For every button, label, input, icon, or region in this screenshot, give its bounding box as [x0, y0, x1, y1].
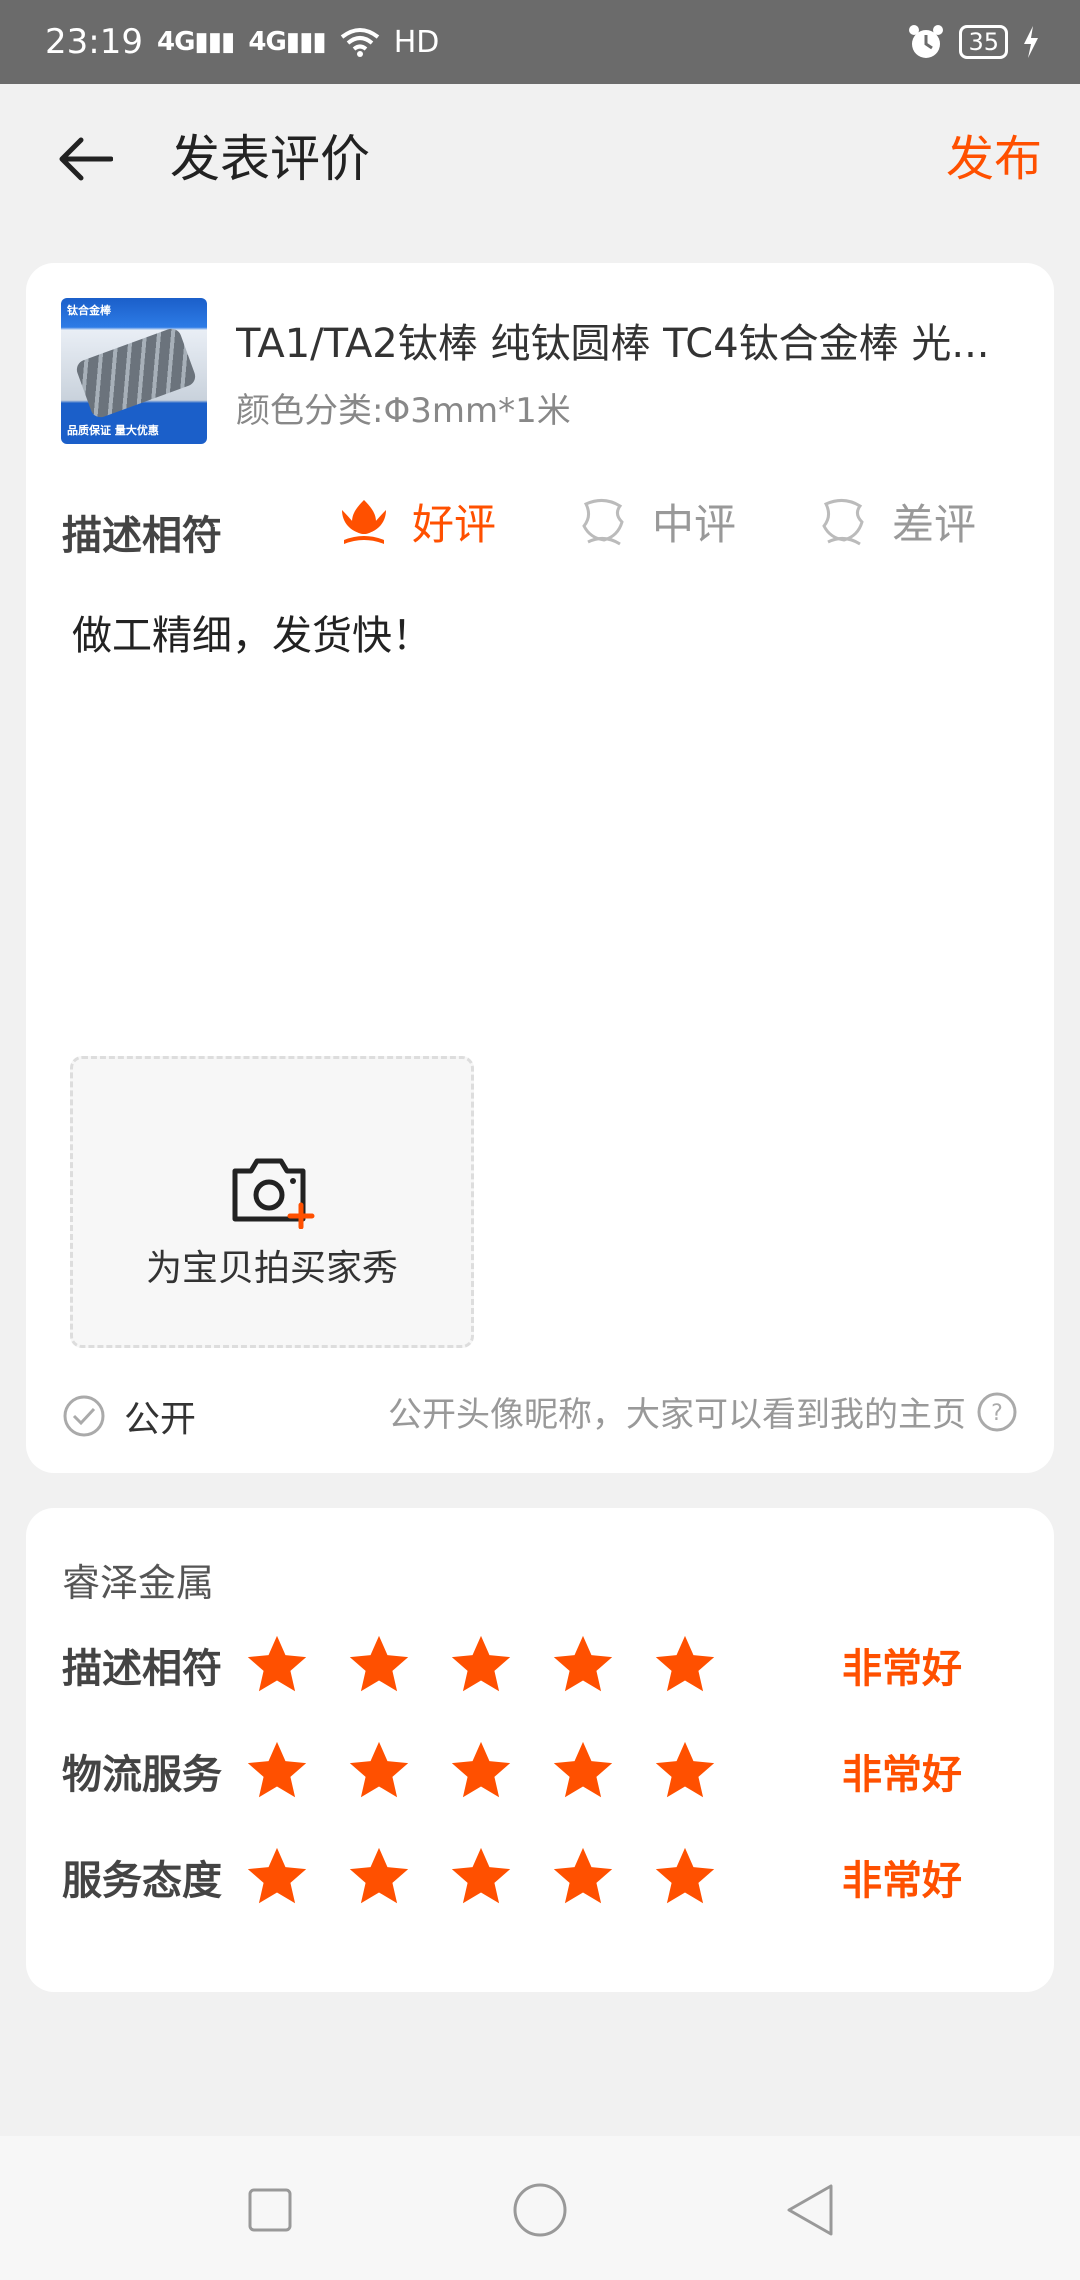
system-nav-bar — [0, 2136, 1080, 2280]
star-icon[interactable] — [344, 1630, 414, 1700]
publish-button[interactable]: 发布 — [946, 124, 1042, 194]
star-icon[interactable] — [650, 1736, 720, 1806]
charging-icon — [1024, 26, 1038, 58]
triangle-back-icon — [787, 2184, 833, 2236]
battery-level: 35 — [968, 28, 999, 56]
star-icon[interactable] — [344, 1842, 414, 1912]
status-left: 23:19 4G▮▮▮ 4G▮▮▮ HD — [45, 22, 439, 62]
star-icon[interactable] — [650, 1842, 720, 1912]
shop-rating-card: 睿泽金属 描述相符 非常好 物流服务 非常好 服务态度 非常好 — [26, 1508, 1054, 1992]
public-checkbox[interactable]: 公开 — [62, 1390, 196, 1442]
star-rating[interactable] — [242, 1630, 720, 1700]
score-row-logistics: 物流服务 非常好 — [62, 1736, 1022, 1806]
arrow-left-icon — [59, 137, 113, 181]
neutral-face-icon — [582, 498, 624, 545]
star-icon[interactable] — [446, 1842, 516, 1912]
hd-label: HD — [393, 24, 440, 60]
star-icon[interactable] — [548, 1842, 618, 1912]
rating-option-mid[interactable]: 中评 — [574, 491, 736, 552]
status-bar: 23:19 4G▮▮▮ 4G▮▮▮ HD 35 — [0, 0, 1080, 84]
add-photo-label: 为宝贝拍买家秀 — [145, 1248, 398, 1289]
rating-option-good[interactable]: 好评 — [334, 491, 496, 552]
shop-name: 睿泽金属 — [62, 1561, 215, 1605]
back-nav-button[interactable] — [780, 2180, 840, 2240]
product-image-text-bottom: 品质保证 量大优惠 — [67, 424, 159, 437]
star-icon[interactable] — [242, 1842, 312, 1912]
square-icon — [248, 2188, 292, 2232]
battery-icon: 35 — [959, 25, 1008, 59]
product-image-bars — [74, 325, 198, 421]
star-icon[interactable] — [650, 1630, 720, 1700]
signal-label: 4G — [156, 27, 195, 57]
product-spec: 颜色分类:Φ3mm*1米 — [236, 391, 571, 431]
add-photo-button[interactable]: 为宝贝拍买家秀 — [70, 1056, 474, 1348]
signal-icon: 4G▮▮▮ — [248, 27, 326, 57]
recent-apps-button[interactable] — [240, 2180, 300, 2240]
svg-text:?: ? — [991, 1401, 1003, 1426]
star-icon[interactable] — [548, 1736, 618, 1806]
header: 发表评价 发布 — [0, 84, 1080, 230]
star-icon[interactable] — [446, 1736, 516, 1806]
help-icon[interactable]: ? — [976, 1391, 1018, 1433]
score-label: 描述相符 — [62, 1646, 222, 1692]
score-row-description: 描述相符 非常好 — [62, 1630, 1022, 1700]
flower-icon — [342, 499, 386, 544]
product-title: TA1/TA2钛棒 纯钛圆棒 TC4钛合金棒 光... — [236, 321, 990, 367]
score-text: 非常好 — [842, 1858, 962, 1904]
score-row-service: 服务态度 非常好 — [62, 1842, 1022, 1912]
status-time: 23:19 — [45, 22, 143, 62]
circle-icon — [513, 2183, 567, 2237]
star-icon[interactable] — [548, 1630, 618, 1700]
star-icon[interactable] — [446, 1630, 516, 1700]
alarm-icon — [909, 25, 944, 58]
camera-add-icon — [232, 1158, 315, 1229]
review-text-input[interactable]: 做工精细，发货快！ — [72, 603, 432, 661]
product-image-text-top: 钛合金棒 — [67, 304, 111, 317]
signal-icon: 4G▮▮▮ — [156, 27, 235, 57]
check-circle-icon — [63, 1395, 105, 1437]
score-text: 非常好 — [842, 1752, 962, 1798]
home-button[interactable] — [510, 2180, 570, 2240]
review-card: 钛合金棒 品质保证 量大优惠 TA1/TA2钛棒 纯钛圆棒 TC4钛合金棒 光.… — [26, 263, 1054, 1473]
wifi-icon — [340, 28, 379, 57]
star-icon[interactable] — [242, 1630, 312, 1700]
product-image[interactable]: 钛合金棒 品质保证 量大优惠 — [61, 298, 207, 444]
public-hint-text: 公开头像昵称，大家可以看到我的主页 — [388, 1395, 966, 1435]
page-title: 发表评价 — [170, 130, 370, 188]
public-hint: 公开头像昵称，大家可以看到我的主页 ? — [388, 1387, 1018, 1436]
star-rating[interactable] — [242, 1842, 720, 1912]
rating-option-bad[interactable]: 差评 — [814, 491, 976, 552]
score-text: 非常好 — [842, 1646, 962, 1692]
sad-face-icon — [822, 498, 864, 545]
score-label: 物流服务 — [62, 1752, 222, 1798]
signal-label: 4G — [248, 27, 286, 57]
rating-label: 描述相符 — [62, 513, 222, 559]
star-icon[interactable] — [242, 1736, 312, 1806]
status-right: 35 — [907, 23, 1040, 61]
rating-option-good-label: 好评 — [412, 500, 497, 549]
public-label: 公开 — [124, 1399, 197, 1440]
rating-option-bad-label: 差评 — [892, 500, 977, 549]
star-icon[interactable] — [344, 1736, 414, 1806]
star-rating[interactable] — [242, 1736, 720, 1806]
rating-option-mid-label: 中评 — [652, 500, 737, 549]
back-button[interactable] — [50, 124, 120, 194]
score-label: 服务态度 — [62, 1858, 222, 1904]
